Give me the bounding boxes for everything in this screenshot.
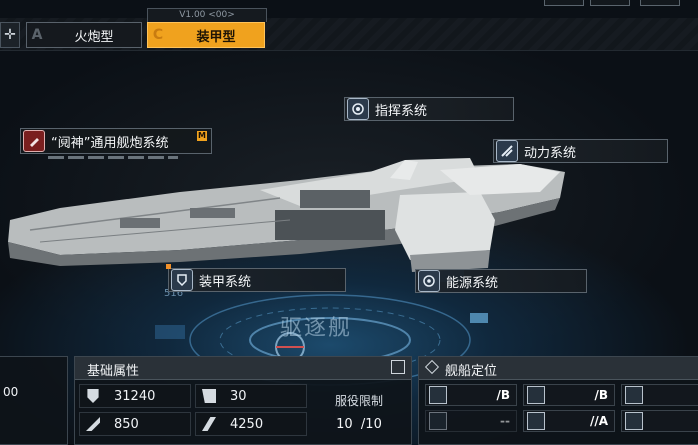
attack-icon: [86, 417, 100, 431]
armor-system-label[interactable]: 装甲系统: [168, 268, 346, 292]
role-tactical-icon: [625, 412, 643, 430]
ship-positioning-panel: 舰船定位 /B /B -- //A: [418, 356, 698, 445]
armor-icon: [202, 389, 216, 403]
command-system-text: 指挥系统: [375, 103, 428, 119]
role-rating-3[interactable]: --: [425, 410, 517, 432]
role-rating-2[interactable]: /B: [523, 384, 615, 406]
top-corner-button-3[interactable]: [640, 0, 680, 6]
speed-icon: [202, 417, 216, 431]
stat-armor: 30: [195, 384, 307, 408]
left-side-panel: 00: [0, 356, 68, 445]
positioning-icon: [424, 359, 440, 375]
tab-armored[interactable]: C 装甲型: [147, 22, 265, 48]
positioning-header: 舰船定位: [419, 357, 698, 380]
role-rating-6[interactable]: [621, 410, 698, 432]
role-rating-value: //A: [589, 414, 608, 428]
energy-system-text: 能源系统: [446, 275, 499, 291]
stat-speed-value: 4250: [230, 416, 264, 432]
version-label: V1.00 <00>: [147, 8, 267, 22]
power-system-icon: [496, 140, 518, 162]
crosshair-button[interactable]: ✛: [0, 22, 20, 48]
cannon-icon: [23, 130, 45, 152]
armor-system-text: 装甲系统: [199, 274, 252, 290]
service-limit-value: 10 /10: [336, 417, 382, 432]
crosshair-icon: ✛: [4, 27, 16, 43]
tab-label: 装甲型: [196, 29, 236, 45]
expand-icon[interactable]: [391, 360, 405, 374]
weapon-level-bar: [48, 156, 178, 159]
weapon-grade-badge: M: [197, 131, 207, 141]
role-rating-1[interactable]: /B: [425, 384, 517, 406]
base-stats-title: 基础属性: [87, 364, 140, 379]
tab-grade-letter: A: [31, 27, 43, 43]
power-system-text: 动力系统: [524, 145, 577, 161]
tab-label: 火炮型: [74, 29, 114, 45]
command-system-label[interactable]: 指挥系统: [344, 97, 514, 121]
stat-speed: 4250: [195, 412, 307, 436]
base-stats-panel: 基础属性 31240 30 850 4250 服役限制 10 /10: [74, 356, 412, 445]
armor-upgrade-dot: [166, 264, 171, 269]
role-attack-icon: [429, 386, 447, 404]
service-limit: 服役限制 10 /10: [311, 384, 407, 436]
stat-hp-value: 31240: [114, 388, 156, 404]
tab-artillery[interactable]: A 火炮型: [26, 22, 142, 48]
role-rating-4[interactable]: //A: [523, 410, 615, 432]
energy-system-label[interactable]: 能源系统: [415, 269, 587, 293]
role-rating-5[interactable]: [621, 384, 698, 406]
role-defense-icon: [527, 412, 545, 430]
role-support-icon: [527, 386, 545, 404]
base-stats-header: 基础属性: [75, 357, 411, 380]
weapon-system-label[interactable]: “阋神”通用舰炮系统 M: [20, 128, 212, 154]
power-system-label[interactable]: 动力系统: [493, 139, 668, 163]
command-system-icon: [347, 98, 369, 120]
shield-icon: [171, 269, 193, 291]
left-side-value: 00: [3, 385, 19, 399]
role-locked-icon: [429, 412, 447, 430]
stat-attack-value: 850: [114, 416, 139, 432]
role-escort-icon: [625, 386, 643, 404]
stat-hp: 31240: [79, 384, 191, 408]
top-corner-button-1[interactable]: [544, 0, 584, 6]
role-rating-value: /B: [496, 388, 510, 402]
stat-armor-value: 30: [230, 388, 247, 404]
service-limit-label: 服役限制: [334, 394, 383, 408]
positioning-title: 舰船定位: [445, 364, 498, 379]
shield-icon: [87, 389, 99, 403]
warship-model: [8, 158, 565, 272]
ship-class-label: 驱逐舰: [280, 316, 353, 341]
hangar-view: ✛ A 火炮型 V1.00 <00> C 装甲型 516 驱逐舰 指挥系统 “阋…: [0, 0, 698, 445]
role-rating-value: /B: [594, 388, 608, 402]
weapon-system-text: “阋神”通用舰炮系统: [51, 135, 169, 151]
role-rating-value: --: [500, 414, 510, 428]
tab-grade-letter: C: [152, 27, 164, 43]
stat-attack: 850: [79, 412, 191, 436]
top-corner-button-2[interactable]: [590, 0, 630, 6]
energy-system-icon: [418, 270, 440, 292]
